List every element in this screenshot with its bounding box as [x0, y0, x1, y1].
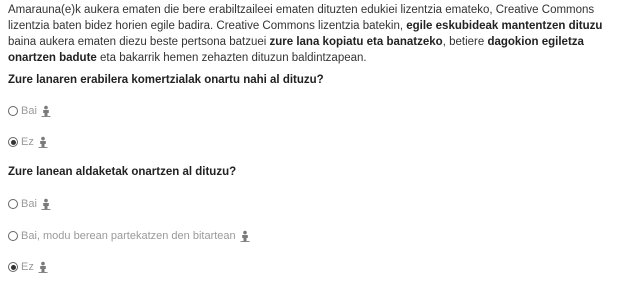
option-commercial-no[interactable]: Ez: [8, 135, 49, 149]
intro-bold-keep-rights: egile eskubideak mantentzen dituzu: [406, 20, 603, 32]
radio-modifications-no[interactable]: [8, 262, 18, 272]
intro-text-part: , betiere: [442, 36, 488, 48]
radio-commercial-no[interactable]: [8, 137, 18, 147]
option-modifications-share-alike[interactable]: Bai, modu berean partekatzen den bitarte…: [8, 229, 251, 243]
license-form: Amarauna(e)k aukera ematen die bere erab…: [0, 0, 624, 284]
question-modifications: Zure lanean aldaketak onartzen al dituzu…: [8, 166, 237, 178]
question-commercial-use: Zure lanaren erabilera komertzialak onar…: [8, 74, 324, 86]
option-modifications-yes[interactable]: Bai: [8, 197, 52, 211]
intro-text-part: baina aukera ematen diezu beste pertsona…: [8, 36, 270, 48]
option-commercial-yes[interactable]: Bai: [8, 104, 52, 118]
radio-modifications-yes[interactable]: [8, 199, 18, 209]
intro-text-part: eta bakarrik hemen zehazten dituzun bald…: [96, 52, 367, 64]
option-label: Bai, modu berean partekatzen den bitarte…: [21, 230, 236, 242]
attribution-icon: [38, 136, 48, 148]
attribution-icon: [240, 230, 250, 242]
option-modifications-no[interactable]: Ez: [8, 260, 49, 274]
intro-bold-copy-distribute: zure lana kopiatu eta banatzeko: [269, 36, 443, 48]
attribution-icon: [38, 261, 48, 273]
attribution-icon: [41, 105, 51, 117]
radio-commercial-yes[interactable]: [8, 106, 18, 116]
intro-text: Amarauna(e)k aukera ematen die bere erab…: [8, 2, 620, 66]
option-label: Ez: [21, 136, 34, 148]
radio-modifications-share-alike[interactable]: [8, 231, 18, 241]
option-label: Bai: [21, 105, 37, 117]
option-label: Bai: [21, 198, 37, 210]
option-label: Ez: [21, 261, 34, 273]
attribution-icon: [41, 198, 51, 210]
